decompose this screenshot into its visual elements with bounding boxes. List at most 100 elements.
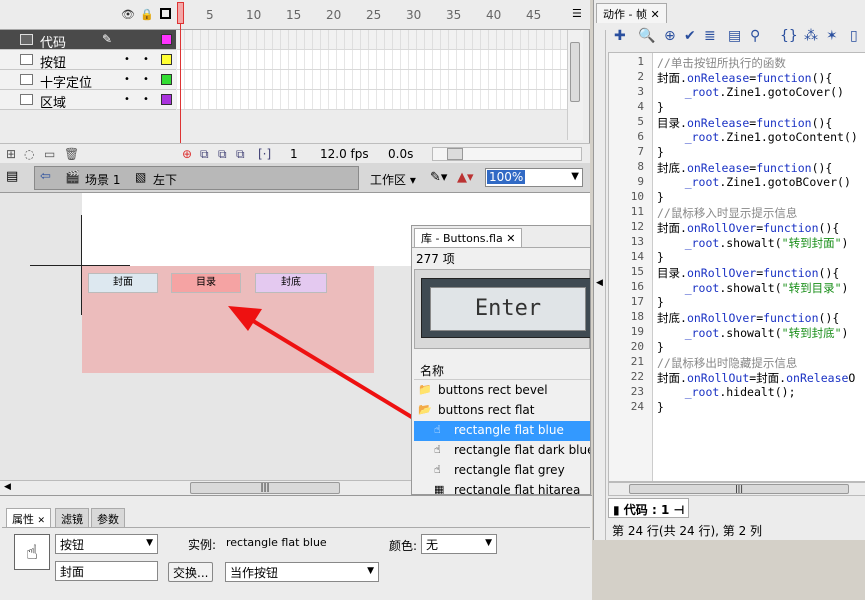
code-line[interactable]: _root.showalt("转到封面") [657,235,849,251]
frame-row[interactable] [177,70,567,90]
breadcrumb-scene[interactable]: 场景 1 [85,171,120,188]
layer-row[interactable]: 十字定位 • • [0,70,176,91]
layer-color-swatch[interactable] [161,54,172,65]
visibility-dot[interactable]: • [124,54,130,65]
onion-outline-icon[interactable]: ⧉ [218,147,227,162]
library-item[interactable]: ☝ rectangle flat grey [414,461,590,481]
code-line[interactable]: _root.Zine1.gotoContent() [657,130,858,144]
library-item[interactable]: ☝ rectangle flat dark blue [414,441,590,461]
code-line[interactable]: //单击按钮所执行的函数 [657,55,786,71]
close-icon[interactable]: ✕ [650,8,659,21]
scroll-thumb[interactable]: ||| [190,482,340,494]
onion-skin-icon[interactable]: ⧉ [200,147,209,162]
outline-icon[interactable] [160,8,171,19]
library-item[interactable]: 📁 buttons rect bevel [414,381,590,401]
code-line[interactable]: } [657,400,664,414]
swap-button[interactable]: 交换... [168,562,214,582]
code-line[interactable]: } [657,250,664,264]
code-line[interactable]: //鼠标移入时显示提示信息 [657,205,797,221]
lock-dot[interactable]: • [143,94,149,105]
debug-options-icon[interactable]: ⚲ [750,28,760,44]
code-line[interactable]: 目录.onRelease=function(){ [657,115,832,131]
actions-tab[interactable]: 动作 - 帧 ✕ [596,3,667,23]
code-hint-icon[interactable]: ▤ [728,28,741,44]
code-line[interactable]: 封底.onRelease=function(){ [657,160,832,176]
check-syntax-icon[interactable]: ✔ [684,28,696,44]
layer-color-swatch[interactable] [161,34,172,45]
layer-name[interactable]: 代码 [40,32,66,51]
collapse-braces-icon[interactable]: {} [780,28,798,44]
auto-format-icon[interactable]: ≣ [704,28,716,44]
target-path-icon[interactable]: ⊕ [664,28,676,44]
code-line[interactable]: } [657,100,664,114]
code-line[interactable]: } [657,340,664,354]
library-item[interactable]: ☝ rectangle flat blue [414,421,590,441]
onion-markers-icon[interactable]: [·] [258,147,271,161]
code-line[interactable]: _root.showalt("转到封底") [657,325,849,341]
tab-properties[interactable]: 属性 ✕ [6,508,52,527]
code-line[interactable]: //鼠标移出时隐藏提示信息 [657,355,797,371]
code-line[interactable]: _root.Zine1.gotoBCover() [657,175,851,189]
tab-parameters[interactable]: 参数 [91,508,125,527]
code-editor[interactable]: 1 2 3 4 5 6 7 8 9 10 11 12 13 14 15 16 17 18 19 20 21 22 23 24 … [608,52,865,482]
layer-name[interactable]: 按钮 [40,52,66,71]
lock-dot[interactable]: • [143,54,149,65]
code-line[interactable]: _root.showalt("转到目录") [657,280,849,296]
new-folder-icon[interactable]: ▭ [44,147,55,161]
layer-row[interactable]: 代码 ✎ [0,30,176,51]
visibility-dot[interactable]: • [124,94,130,105]
scroll-thumb[interactable] [570,42,580,102]
collapse-selection-icon[interactable]: ⁂ [804,28,818,44]
script-assist-icon[interactable]: ▯ [850,28,858,44]
close-icon[interactable]: ✕ [38,516,46,526]
timeline-vscroll[interactable] [567,30,583,140]
visibility-dot[interactable]: • [124,74,130,85]
library-item[interactable]: 📂 buttons rect flat [414,401,590,421]
color-effect-select[interactable]: 无 ▼ [421,534,497,554]
tab-filters[interactable]: 滤镜 [55,508,89,527]
frame-row[interactable] [177,90,567,110]
layer-row[interactable]: 按钮 • • [0,50,176,71]
timeline-toggle-icon[interactable]: ▤ [6,169,18,184]
code-line[interactable]: } [657,295,664,309]
scroll-thumb[interactable] [447,148,463,160]
timeline-hscroll[interactable] [432,147,582,161]
find-icon[interactable]: 🔍 [638,28,655,44]
code-line[interactable]: 目录.onRollOver=function(){ [657,265,839,281]
frame-row[interactable] [177,50,567,70]
code-line[interactable]: } [657,190,664,204]
scroll-thumb[interactable]: ||| [629,484,849,494]
trash-icon[interactable]: 🗑 [64,147,79,161]
edit-symbols-icon[interactable]: ✎▾ [430,170,447,185]
edit-multiple-icon[interactable]: ⧉ [236,147,245,162]
playhead[interactable] [177,0,184,145]
code-line[interactable]: 封面.onRollOut=封面.onReleaseO [657,370,855,386]
zoom-select[interactable]: 100% ▼ [485,168,583,187]
pin-icon[interactable]: ⊣ [674,503,685,517]
code-line[interactable]: } [657,145,664,159]
close-icon[interactable]: ✕ [506,232,515,245]
layer-name[interactable]: 十字定位 [40,72,92,91]
add-item-icon[interactable]: ✚ [614,28,626,44]
breadcrumb-symbol[interactable]: 左下 [153,171,177,188]
eye-icon[interactable]: 👁 [121,8,135,21]
edit-scene-icon[interactable]: ▲▾ [457,170,474,185]
lock-icon[interactable]: 🔒 [140,8,154,21]
workspace-menu[interactable]: 工作区 ▾ [370,171,416,188]
track-as-select[interactable]: 当作按钮 ▼ [225,562,379,582]
center-frame-icon[interactable]: ⊕ [182,147,192,161]
frame-grid[interactable] [177,30,567,110]
back-arrow-icon[interactable]: ⇦ [40,169,51,184]
layer-row[interactable]: 区域 • • [0,90,176,111]
motion-guide-icon[interactable]: ◌ [24,147,34,161]
library-tab[interactable]: 库 - Buttons.fla ✕ [414,228,523,247]
frame-row[interactable] [177,30,567,50]
layer-color-swatch[interactable] [161,94,172,105]
panel-collapse-strip[interactable]: ◀ [594,30,606,540]
new-layer-icon[interactable]: ⊞ [6,147,16,161]
scroll-left-icon[interactable]: ◀ [4,482,11,492]
library-column-name[interactable]: 名称 [414,360,590,380]
code-line[interactable]: 封面.onRelease=function(){ [657,70,832,86]
script-tab[interactable]: ▮ 代码 : 1 ⊣ [608,498,690,518]
collapse-arrow-icon[interactable]: ◀ [596,278,603,288]
